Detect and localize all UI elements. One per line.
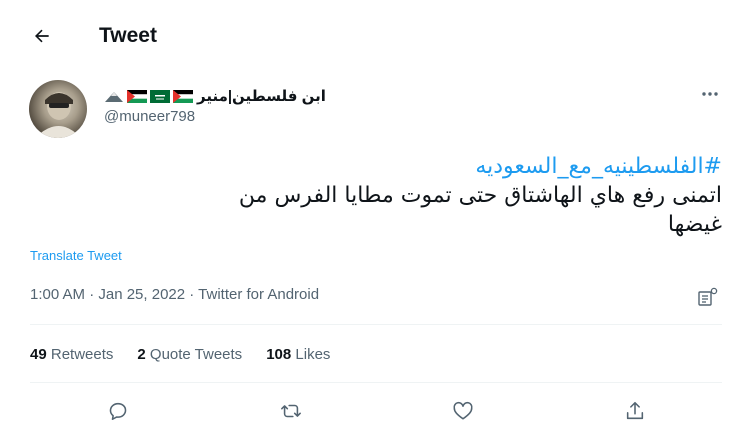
translate-tweet-link[interactable]: Translate Tweet xyxy=(30,248,122,263)
likes-stat[interactable]: 108 Likes xyxy=(266,346,330,363)
eagle-icon xyxy=(105,92,123,102)
page-title: Tweet xyxy=(99,24,157,47)
tweet-text-line: غيضها xyxy=(667,212,722,237)
reply-icon xyxy=(109,402,127,421)
divider xyxy=(30,324,722,325)
name-emoji-group xyxy=(104,89,193,103)
reply-button[interactable] xyxy=(105,398,131,424)
top-header: Tweet xyxy=(0,0,742,72)
share-icon xyxy=(626,401,644,420)
tweet-text: #الفلسطينيه_مع_السعوديه اتمنى رفع هاي ال… xyxy=(30,152,722,239)
likes-count: 108 xyxy=(266,346,292,363)
author-name[interactable]: ابن فلسطين|منير xyxy=(197,87,326,105)
avatar[interactable] xyxy=(29,80,87,138)
palestine-flag-icon xyxy=(173,89,193,103)
tweet-text-line: اتمنى رفع هاي الهاشتاق حتى تموت مطايا ال… xyxy=(238,183,722,208)
retweets-label: Retweets xyxy=(50,346,114,363)
like-icon xyxy=(453,401,473,420)
more-options-button[interactable] xyxy=(700,84,720,104)
saudi-flag-icon xyxy=(150,89,170,103)
retweets-count: 49 xyxy=(30,346,47,363)
divider xyxy=(30,382,722,383)
more-horizontal-icon xyxy=(702,92,718,96)
engagement-stats: 49 Retweets 2 Quote Tweets 108 Likes xyxy=(30,346,330,363)
tweet-timestamp-source[interactable]: 1:00 AM · Jan 25, 2022 · Twitter for And… xyxy=(30,286,319,303)
retweets-stat[interactable]: 49 Retweets xyxy=(30,346,113,363)
palestine-flag-icon xyxy=(127,89,147,103)
quote-tweets-count: 2 xyxy=(137,346,146,363)
author-name-row[interactable]: ابن فلسطين|منير xyxy=(104,86,326,106)
analytics-icon[interactable] xyxy=(697,287,719,307)
likes-label: Likes xyxy=(295,346,331,363)
hashtag-link[interactable]: #الفلسطينيه_مع_السعوديه xyxy=(30,152,722,181)
retweet-button[interactable] xyxy=(278,398,304,424)
share-button[interactable] xyxy=(622,398,648,424)
retweet-icon xyxy=(281,404,301,418)
like-button[interactable] xyxy=(450,398,476,424)
arrow-left-icon xyxy=(35,29,49,43)
avatar-photo xyxy=(35,92,81,138)
author-handle[interactable]: @muneer798 xyxy=(104,108,195,125)
quote-tweets-stat[interactable]: 2 Quote Tweets xyxy=(137,346,242,363)
quote-tweets-label: Quote Tweets xyxy=(149,346,243,363)
back-button[interactable] xyxy=(28,22,56,50)
